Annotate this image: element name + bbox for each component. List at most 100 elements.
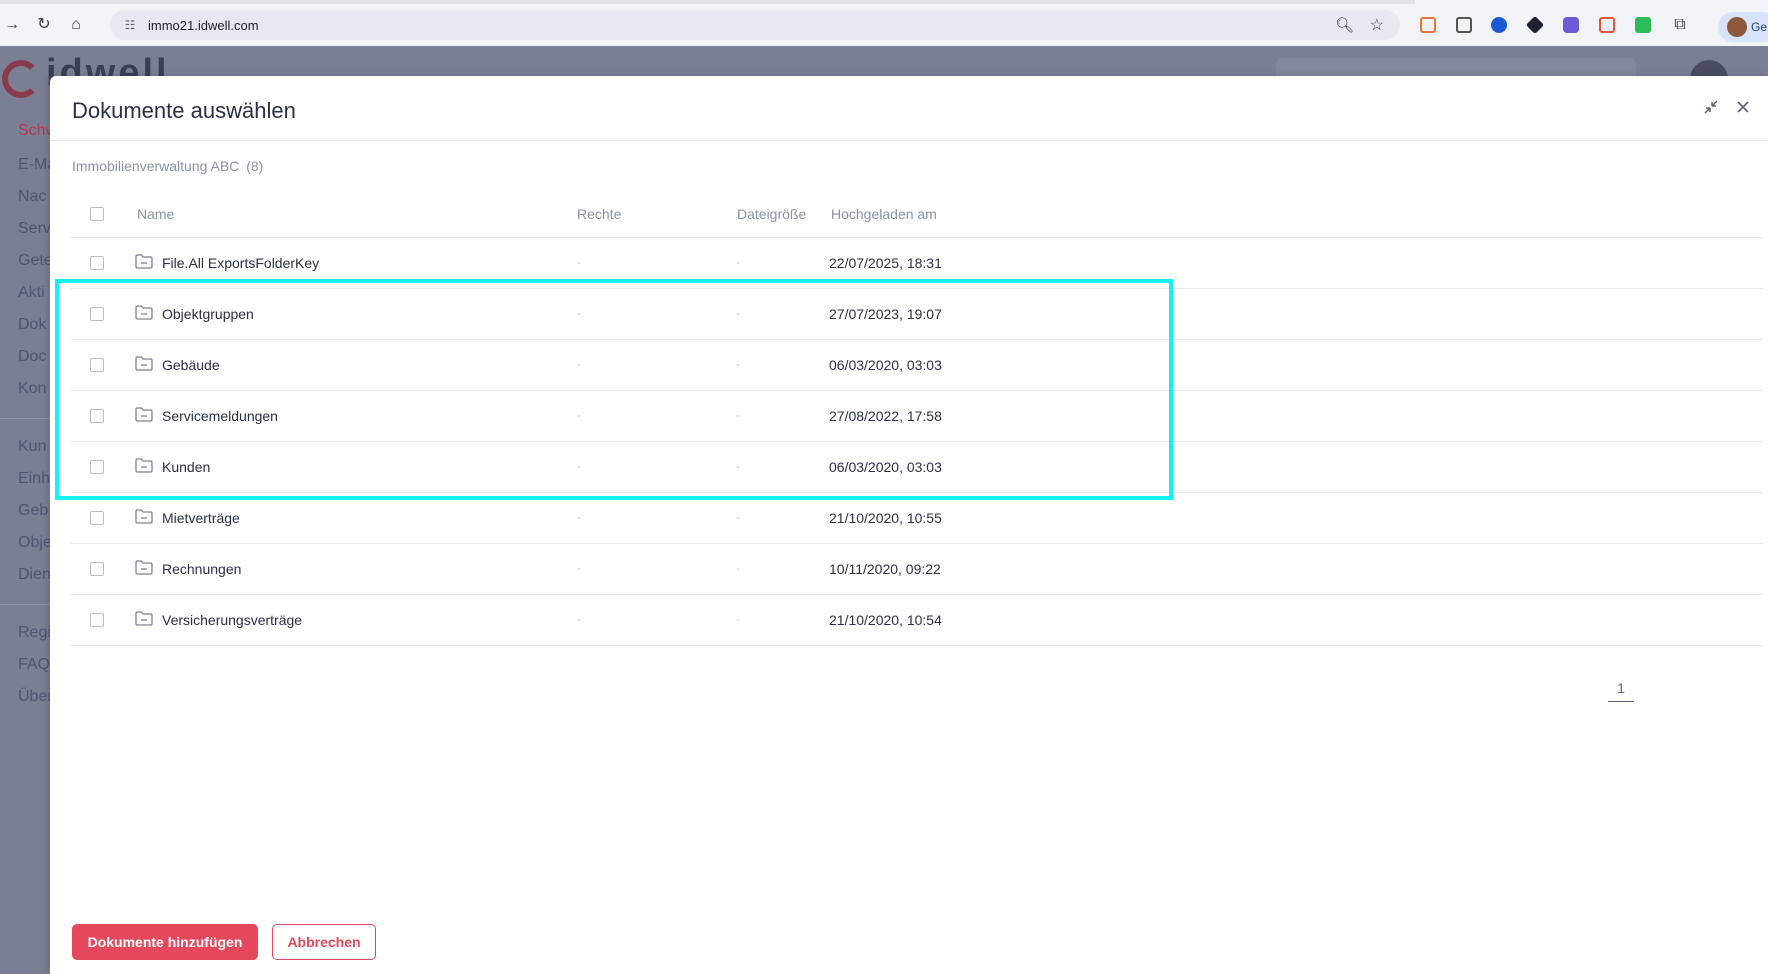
folder-icon [135,305,153,320]
table-row[interactable]: File.All ExportsFolderKey - - 22/07/2025, 1… [71,238,1763,289]
minimize-icon[interactable] [1700,98,1722,120]
row-size: - [736,561,740,575]
folder-icon [135,509,153,524]
sidebar-item: Kon [18,380,47,397]
row-name[interactable]: Versicherungsverträge [162,612,302,628]
close-icon[interactable] [1732,98,1754,120]
documents-table: Name Rechte Dateigröße Hochgeladen am Fi… [71,188,1763,646]
sidebar-item: Gete [18,252,53,269]
sidebar-item: Einh [18,470,51,487]
folder-icon [135,356,153,371]
extension-icon-1[interactable] [1420,17,1436,33]
column-header-name[interactable]: Name [137,206,174,222]
zoom-extension-icon[interactable] [1491,17,1507,33]
folder-icon [135,611,153,626]
sidebar-item: Geb [18,502,49,519]
row-checkbox[interactable] [90,256,104,270]
table-row[interactable]: Kunden - - 06/03/2020, 03:03 [71,442,1763,493]
sidebar-item: Obje [18,534,52,551]
extension-icon-6[interactable] [1599,17,1615,33]
logo-icon [2,60,40,98]
sidebar-item: Kun [18,438,47,455]
table-row[interactable]: Rechnungen - - 10/11/2020, 09:22 [71,544,1763,595]
column-header-uploaded[interactable]: Hochgeladen am [831,206,937,222]
table-row[interactable]: Objektgruppen - - 27/07/2023, 19:07 [71,289,1763,340]
table-row[interactable]: Servicemeldungen - - 27/08/2022, 17:58 [71,391,1763,442]
row-checkbox[interactable] [90,460,104,474]
extension-icon-4[interactable] [1525,15,1545,35]
browser-toolbar: → ↻ ⌂ ☷ immo21.idwell.com 🔍︎ ☆ ⧉ Ge [0,0,1768,46]
row-size: - [736,612,740,626]
breadcrumb[interactable]: Immobilienverwaltung ABC (8) [72,158,263,174]
pagination-page[interactable]: 1 [1608,680,1634,702]
forward-icon[interactable]: → [2,15,22,35]
add-documents-button[interactable]: Dokumente hinzufügen [72,924,258,960]
profile-chip[interactable]: Ge [1718,12,1768,42]
folder-icon [135,407,153,422]
extension-icon-7[interactable] [1635,17,1651,33]
column-header-size[interactable]: Dateigröße [737,206,806,222]
sidebar-item: Dok [18,316,47,333]
row-checkbox[interactable] [90,511,104,525]
select-documents-dialog: Dokumente auswählen Immobilienverwaltung… [50,76,1768,974]
row-checkbox[interactable] [90,562,104,576]
row-uploaded: 06/03/2020, 03:03 [829,357,942,373]
sidebar-item: Serv [18,220,51,237]
header-divider [50,140,1768,141]
row-checkbox[interactable] [90,358,104,372]
row-uploaded: 21/10/2020, 10:54 [829,612,942,628]
sidebar-item: Doc [18,348,47,365]
row-rights: - [577,255,581,269]
row-uploaded: 10/11/2020, 09:22 [829,561,941,577]
sidebar-item: FAQ [18,656,51,673]
breadcrumb-count: (8) [246,158,264,174]
extension-icon-2[interactable] [1456,17,1472,33]
row-name[interactable]: Kunden [162,459,210,475]
zoom-icon[interactable]: 🔍︎ [1335,16,1354,34]
table-row[interactable]: Mietverträge - - 21/10/2020, 10:55 [71,493,1763,544]
row-uploaded: 21/10/2020, 10:55 [829,510,942,526]
profile-avatar [1727,17,1747,37]
row-name[interactable]: Gebäude [162,357,220,373]
site-settings-icon[interactable]: ☷ [122,17,138,33]
address-bar[interactable]: ☷ immo21.idwell.com 🔍︎ ☆ [110,10,1400,40]
row-rights: - [577,510,581,524]
extensions-puzzle-icon[interactable]: ⧉ [1670,15,1690,35]
dialog-title: Dokumente auswählen [72,98,296,123]
row-name[interactable]: File.All ExportsFolderKey [162,255,319,271]
sidebar-divider [0,604,50,605]
table-row[interactable]: Gebäude - - 06/03/2020, 03:03 [71,340,1763,391]
sidebar-item: Regi [18,624,51,641]
row-rights: - [577,459,581,473]
row-checkbox[interactable] [90,307,104,321]
home-icon[interactable]: ⌂ [66,15,86,35]
row-uploaded: 27/08/2022, 17:58 [829,408,942,424]
table-row[interactable]: Versicherungsverträge - - 21/10/2020, 10:54 [71,595,1763,646]
row-rights: - [577,612,581,626]
row-name[interactable]: Objektgruppen [162,306,254,322]
row-size: - [736,357,740,371]
bookmark-star-icon[interactable]: ☆ [1370,15,1384,35]
column-header-rights[interactable]: Rechte [577,206,621,222]
row-name[interactable]: Rechnungen [162,561,241,577]
folder-icon [135,254,153,269]
extension-icon-5[interactable] [1563,17,1579,33]
row-name[interactable]: Servicemeldungen [162,408,278,424]
row-name[interactable]: Mietverträge [162,510,240,526]
row-rights: - [577,306,581,320]
row-size: - [736,459,740,473]
select-all-checkbox[interactable] [90,207,104,221]
folder-icon [135,560,153,575]
reload-icon[interactable]: ↻ [34,15,54,35]
breadcrumb-label[interactable]: Immobilienverwaltung ABC [72,158,239,174]
url-text: immo21.idwell.com [148,18,259,33]
row-checkbox[interactable] [90,409,104,423]
row-uploaded: 27/07/2023, 19:07 [829,306,942,322]
sidebar-item: Dien [18,566,51,583]
row-checkbox[interactable] [90,613,104,627]
cancel-button[interactable]: Abbrechen [272,924,376,960]
row-uploaded: 22/07/2025, 18:31 [829,255,942,271]
row-rights: - [577,357,581,371]
active-tab-edge [1415,0,1768,4]
row-size: - [736,510,740,524]
